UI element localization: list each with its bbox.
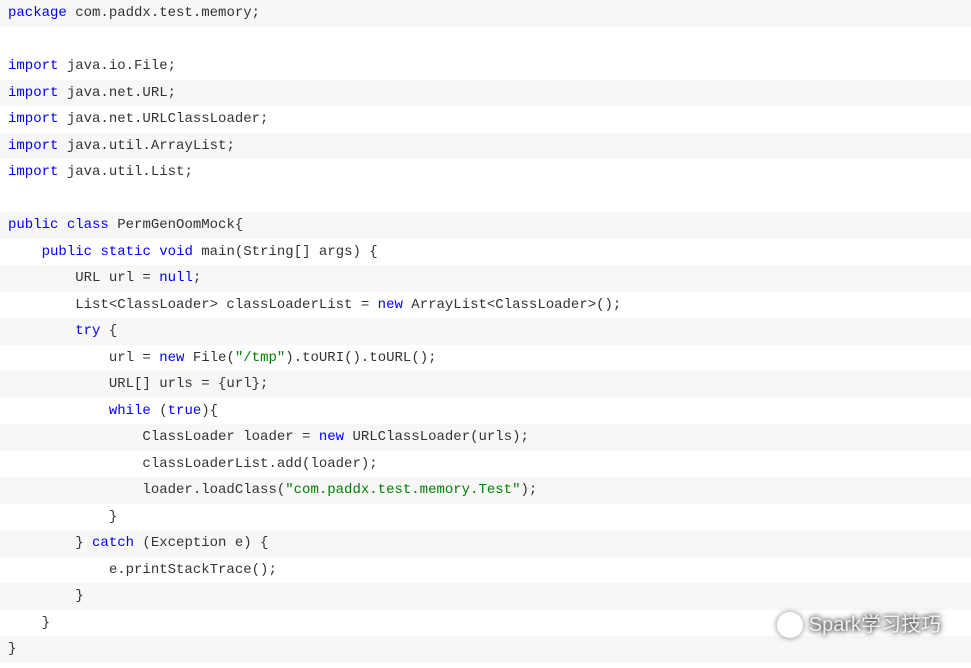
code-line: public static void main(String[] args) {	[0, 239, 971, 266]
code-line: classLoaderList.add(loader);	[0, 451, 971, 478]
code-line: }	[0, 504, 971, 531]
code-line: try {	[0, 318, 971, 345]
code-line	[0, 186, 971, 213]
code-line: import java.io.File;	[0, 53, 971, 80]
code-line: url = new File("/tmp").toURI().toURL();	[0, 345, 971, 372]
code-line: package com.paddx.test.memory;	[0, 0, 971, 27]
code-line: e.printStackTrace();	[0, 557, 971, 584]
code-line: }	[0, 636, 971, 663]
code-block: package com.paddx.test.memory; import jav…	[0, 0, 971, 663]
code-line	[0, 27, 971, 54]
code-line: }	[0, 610, 971, 637]
code-line: loader.loadClass("com.paddx.test.memory.…	[0, 477, 971, 504]
code-line: }	[0, 583, 971, 610]
code-line: import java.net.URL;	[0, 80, 971, 107]
code-line: List<ClassLoader> classLoaderList = new …	[0, 292, 971, 319]
code-line: import java.net.URLClassLoader;	[0, 106, 971, 133]
code-line: import java.util.ArrayList;	[0, 133, 971, 160]
code-line: } catch (Exception e) {	[0, 530, 971, 557]
code-line: ClassLoader loader = new URLClassLoader(…	[0, 424, 971, 451]
code-line: import java.util.List;	[0, 159, 971, 186]
code-line: public class PermGenOomMock{	[0, 212, 971, 239]
code-line: while (true){	[0, 398, 971, 425]
code-line: URL[] urls = {url};	[0, 371, 971, 398]
code-line: URL url = null;	[0, 265, 971, 292]
